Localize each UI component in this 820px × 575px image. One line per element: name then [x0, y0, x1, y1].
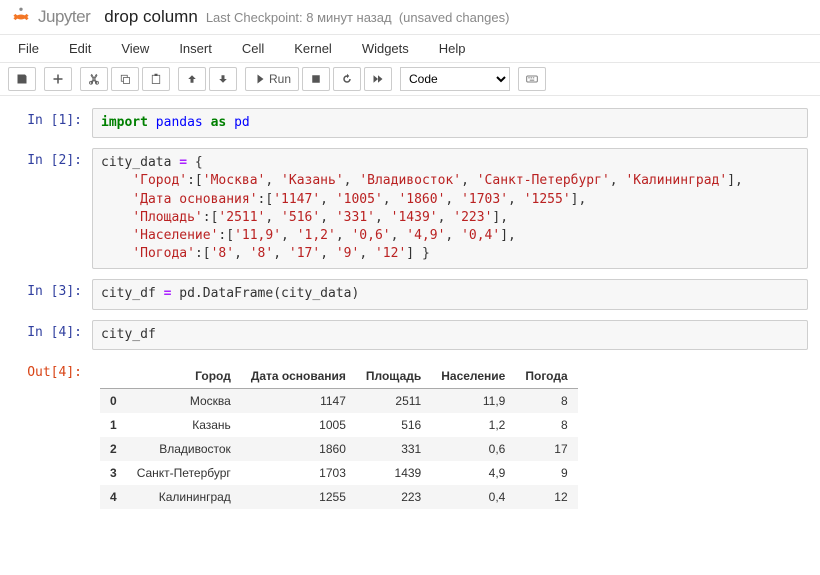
checkpoint-text: Last Checkpoint: 8 минут назад (unsaved … [206, 10, 510, 25]
app-header: Jupyter drop column Last Checkpoint: 8 м… [0, 0, 820, 35]
stop-icon [310, 73, 322, 85]
table-row: 2Владивосток18603310,617 [100, 437, 578, 461]
brand-text: Jupyter [38, 7, 90, 27]
df-cell: 516 [356, 413, 431, 437]
menubar: File Edit View Insert Cell Kernel Widget… [0, 35, 820, 63]
df-cell: Владивосток [127, 437, 241, 461]
df-col-header: Площадь [356, 364, 431, 389]
df-cell: 1147 [241, 388, 356, 413]
df-cell: 12 [515, 485, 577, 509]
df-cell: Москва [127, 388, 241, 413]
df-cell: Санкт-Петербург [127, 461, 241, 485]
arrow-down-icon [217, 73, 229, 85]
code-cell[interactable]: In [3]: city_df = pd.DataFrame(city_data… [12, 279, 808, 309]
copy-icon [119, 73, 131, 85]
code-input[interactable]: import pandas as pd [92, 108, 808, 138]
arrow-up-icon [186, 73, 198, 85]
df-cell: 1703 [241, 461, 356, 485]
df-cell: Калининград [127, 485, 241, 509]
restart-button[interactable] [333, 67, 361, 91]
menu-widgets[interactable]: Widgets [362, 41, 409, 56]
code-cell[interactable]: In [1]: import pandas as pd [12, 108, 808, 138]
plus-icon [52, 73, 64, 85]
add-cell-button[interactable] [44, 67, 72, 91]
toolbar: Run Code [0, 63, 820, 96]
save-icon [16, 73, 28, 85]
table-row: 0Москва1147251111,98 [100, 388, 578, 413]
df-cell: 2511 [356, 388, 431, 413]
copy-button[interactable] [111, 67, 139, 91]
cut-button[interactable] [80, 67, 108, 91]
input-prompt: In [1]: [12, 108, 92, 138]
keyboard-icon [526, 73, 538, 85]
code-input[interactable]: city_data = { 'Город':['Москва', 'Казань… [92, 148, 808, 269]
code-cell[interactable]: In [2]: city_data = { 'Город':['Москва',… [12, 148, 808, 269]
paste-icon [150, 73, 162, 85]
input-prompt: In [4]: [12, 320, 92, 350]
df-cell: 0,6 [431, 437, 515, 461]
df-cell: 1,2 [431, 413, 515, 437]
df-cell: 1255 [241, 485, 356, 509]
jupyter-icon [10, 6, 32, 28]
run-icon [253, 73, 265, 85]
df-cell: 8 [515, 388, 577, 413]
menu-edit[interactable]: Edit [69, 41, 91, 56]
fast-forward-icon [372, 73, 384, 85]
df-col-header: Город [127, 364, 241, 389]
jupyter-logo[interactable]: Jupyter [10, 6, 90, 28]
output-cell: Out[4]: ГородДата основанияПлощадьНаселе… [12, 360, 808, 509]
df-cell: 1439 [356, 461, 431, 485]
input-prompt: In [2]: [12, 148, 92, 269]
menu-insert[interactable]: Insert [179, 41, 212, 56]
restart-icon [341, 73, 353, 85]
df-cell: 223 [356, 485, 431, 509]
output-area: ГородДата основанияПлощадьНаселениеПогод… [92, 360, 808, 509]
code-input[interactable]: city_df [92, 320, 808, 350]
restart-run-all-button[interactable] [364, 67, 392, 91]
df-cell: 0,4 [431, 485, 515, 509]
menu-file[interactable]: File [18, 41, 39, 56]
df-cell: Казань [127, 413, 241, 437]
menu-view[interactable]: View [121, 41, 149, 56]
df-col-header: Дата основания [241, 364, 356, 389]
run-button[interactable]: Run [245, 67, 299, 91]
menu-cell[interactable]: Cell [242, 41, 264, 56]
df-cell: 9 [515, 461, 577, 485]
menu-help[interactable]: Help [439, 41, 466, 56]
save-button[interactable] [8, 67, 36, 91]
notebook-container: In [1]: import pandas as pd In [2]: city… [0, 96, 820, 539]
output-prompt: Out[4]: [12, 360, 92, 509]
df-cell: 1005 [241, 413, 356, 437]
df-cell: 1860 [241, 437, 356, 461]
df-col-header: Погода [515, 364, 577, 389]
celltype-select[interactable]: Code [400, 67, 510, 91]
move-up-button[interactable] [178, 67, 206, 91]
code-input[interactable]: city_df = pd.DataFrame(city_data) [92, 279, 808, 309]
table-row: 4Калининград12552230,412 [100, 485, 578, 509]
scissors-icon [88, 73, 100, 85]
table-row: 1Казань10055161,28 [100, 413, 578, 437]
df-cell: 17 [515, 437, 577, 461]
interrupt-button[interactable] [302, 67, 330, 91]
move-down-button[interactable] [209, 67, 237, 91]
dataframe-table: ГородДата основанияПлощадьНаселениеПогод… [100, 364, 578, 509]
df-cell: 4,9 [431, 461, 515, 485]
command-palette-button[interactable] [518, 67, 546, 91]
df-cell: 8 [515, 413, 577, 437]
input-prompt: In [3]: [12, 279, 92, 309]
df-cell: 11,9 [431, 388, 515, 413]
paste-button[interactable] [142, 67, 170, 91]
notebook-title[interactable]: drop column [104, 7, 198, 27]
table-row: 3Санкт-Петербург170314394,99 [100, 461, 578, 485]
code-cell[interactable]: In [4]: city_df [12, 320, 808, 350]
df-cell: 331 [356, 437, 431, 461]
menu-kernel[interactable]: Kernel [294, 41, 332, 56]
df-col-header: Население [431, 364, 515, 389]
